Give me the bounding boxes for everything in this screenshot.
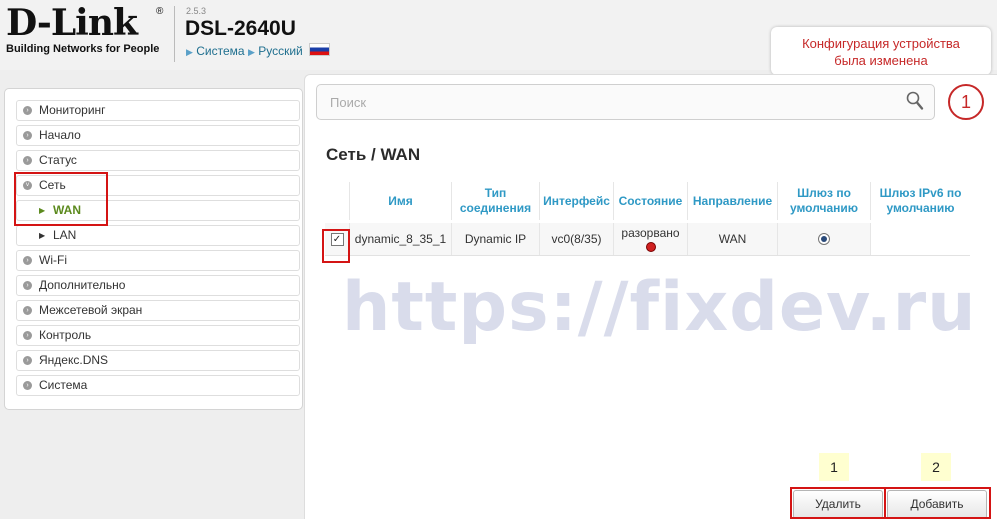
sidebar-item-start[interactable]: › Начало bbox=[16, 125, 300, 146]
triangle-right-icon: ▶ bbox=[247, 47, 255, 57]
sidebar-item-wifi[interactable]: › Wi-Fi bbox=[16, 250, 300, 271]
chevron-right-icon: › bbox=[23, 281, 32, 290]
tooltip-line-1: Конфигурация устройства bbox=[802, 36, 960, 51]
sidebar-item-label: Контроль bbox=[39, 328, 92, 342]
step-marker-1: 1 bbox=[819, 453, 849, 481]
sidebar-item-label: Начало bbox=[39, 128, 81, 142]
sidebar-item-label: Статус bbox=[39, 153, 77, 167]
config-changed-tooltip: Конфигурация устройства была изменена bbox=[771, 27, 991, 83]
cell-gateway-ipv6 bbox=[871, 223, 970, 255]
cell-conn-type: Dynamic IP bbox=[452, 223, 540, 255]
column-header-direction: Направление bbox=[688, 182, 778, 220]
chevron-right-icon: › bbox=[23, 106, 32, 115]
state-text: разорвано bbox=[621, 225, 680, 240]
highlight-network-wan bbox=[14, 172, 108, 226]
sidebar-item-label: Wi-Fi bbox=[39, 253, 67, 267]
highlight-delete bbox=[790, 487, 886, 519]
column-header-name: Имя bbox=[350, 182, 452, 220]
triangle-right-icon: ▶ bbox=[186, 47, 193, 57]
column-header-conn-type: Тип соединения bbox=[452, 182, 540, 220]
highlight-checkbox bbox=[322, 229, 350, 263]
cell-state: разорвано bbox=[614, 223, 688, 255]
firmware-version: 2.5.3 bbox=[186, 6, 207, 16]
sidebar-item-lan[interactable]: ▶ LAN bbox=[16, 225, 300, 246]
sidebar-item-label: Дополнительно bbox=[39, 278, 126, 292]
search-input[interactable] bbox=[318, 86, 888, 118]
cell-gateway bbox=[778, 223, 871, 255]
header-links: ▶ Система ▶ Русский bbox=[186, 43, 331, 58]
page-title: Сеть / WAN bbox=[326, 145, 421, 164]
cell-name[interactable]: dynamic_8_35_1 bbox=[350, 223, 452, 255]
sidebar-item-status[interactable]: › Статус bbox=[16, 150, 300, 171]
header-divider bbox=[174, 6, 175, 62]
tooltip-line-2: была изменена bbox=[834, 53, 928, 68]
russian-flag-icon[interactable] bbox=[309, 43, 331, 56]
device-model: DSL-2640U bbox=[185, 17, 296, 40]
sidebar-item-label: LAN bbox=[53, 228, 77, 242]
chevron-right-icon: › bbox=[23, 356, 32, 365]
sidebar-item-firewall[interactable]: › Межсетевой экран bbox=[16, 300, 300, 321]
sidebar-item-label: Яндекс.DNS bbox=[39, 353, 109, 367]
language-link[interactable]: Русский bbox=[258, 44, 303, 58]
triangle-right-icon: ▶ bbox=[39, 231, 46, 240]
highlight-add bbox=[884, 487, 991, 519]
sidebar-item-label: Межсетевой экран bbox=[39, 303, 143, 317]
sidebar-item-label: Мониторинг bbox=[39, 103, 106, 117]
watermark: https://fixdev.ru bbox=[342, 268, 977, 347]
default-gateway-radio[interactable] bbox=[818, 233, 830, 245]
sidebar-item-label: Система bbox=[39, 378, 88, 392]
logo-brand: D-Link bbox=[6, 2, 138, 44]
column-header-select bbox=[325, 182, 350, 220]
sidebar-item-control[interactable]: › Контроль bbox=[16, 325, 300, 346]
sidebar-item-monitoring[interactable]: › Мониторинг bbox=[16, 100, 300, 121]
sidebar-item-advanced[interactable]: › Дополнительно bbox=[16, 275, 300, 296]
notification-badge[interactable]: 1 bbox=[948, 84, 984, 120]
system-link[interactable]: Система bbox=[196, 44, 244, 58]
status-disconnected-icon bbox=[645, 241, 656, 252]
search-icon[interactable] bbox=[906, 91, 924, 116]
chevron-right-icon: › bbox=[23, 256, 32, 265]
logo-tagline: Building Networks for People bbox=[6, 43, 160, 55]
column-header-interface: Интерфейс bbox=[540, 182, 614, 220]
column-header-state: Состояние bbox=[614, 182, 688, 220]
row-divider bbox=[325, 255, 970, 256]
chevron-right-icon: › bbox=[23, 306, 32, 315]
chevron-right-icon: › bbox=[23, 381, 32, 390]
chevron-right-icon: › bbox=[23, 156, 32, 165]
registered-mark: ® bbox=[156, 6, 164, 17]
column-header-gateway: Шлюз по умолчанию bbox=[778, 182, 871, 220]
sidebar-item-yandex-dns[interactable]: › Яндекс.DNS bbox=[16, 350, 300, 371]
sidebar-item-system[interactable]: › Система bbox=[16, 375, 300, 396]
sidebar-nav: › Мониторинг › Начало › Статус ˅ Сеть ▶ … bbox=[4, 88, 303, 410]
cell-direction: WAN bbox=[688, 223, 778, 255]
column-header-gateway-ipv6: Шлюз IPv6 по умолчанию bbox=[879, 186, 962, 215]
chevron-right-icon: › bbox=[23, 131, 32, 140]
dlink-logo: D-Link ® Building Networks for People bbox=[6, 2, 163, 55]
cell-interface: vc0(8/35) bbox=[540, 223, 614, 255]
step-marker-2: 2 bbox=[921, 453, 951, 481]
chevron-right-icon: › bbox=[23, 331, 32, 340]
search-box bbox=[316, 84, 935, 120]
